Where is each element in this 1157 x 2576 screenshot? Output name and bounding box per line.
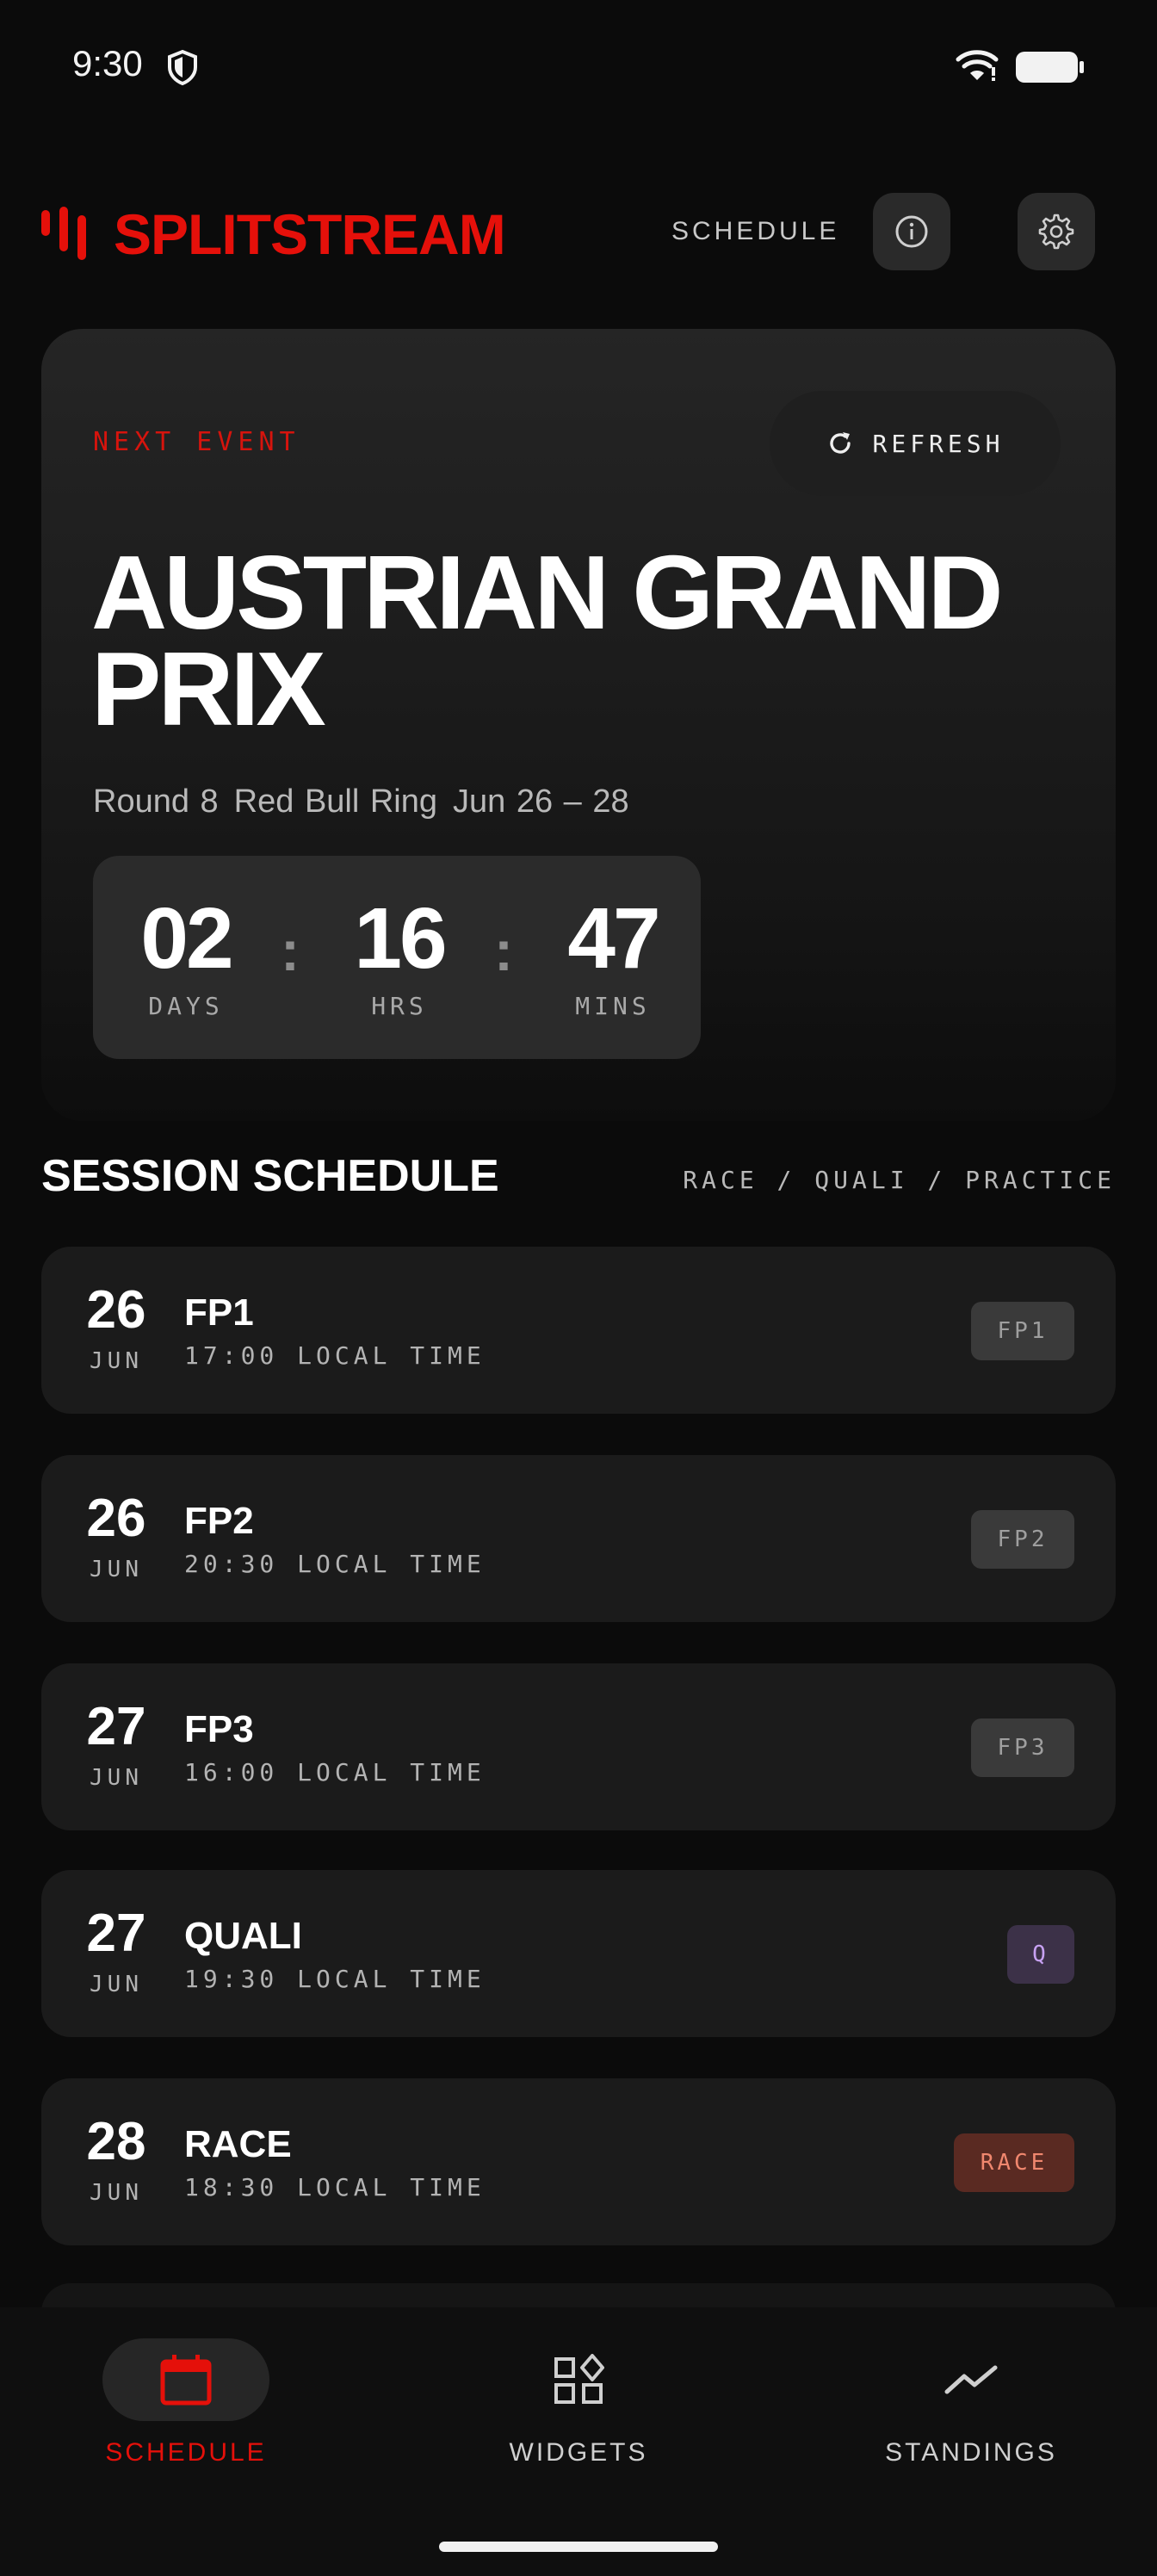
logo-icon: [41, 207, 86, 260]
session-day: 26: [86, 1489, 146, 1548]
session-time: 16:00 LOCAL TIME: [184, 1758, 486, 1786]
widgets-icon: [554, 2354, 604, 2404]
nav-widgets[interactable]: WIDGETS: [449, 2338, 708, 2468]
countdown-mins-value: 47: [567, 890, 660, 987]
event-meta: Round 8 Red Bull Ring Jun 26 – 28: [93, 783, 629, 820]
session-filter[interactable]: RACE / QUALI / PRACTICE: [683, 1166, 1116, 1194]
nav-schedule[interactable]: SCHEDULE: [57, 2338, 315, 2468]
shield-icon: [168, 49, 197, 86]
nav-pill: [102, 2338, 269, 2421]
countdown-days-value: 02: [140, 890, 233, 987]
session-badge: FP3: [971, 1718, 1074, 1777]
session-name: RACE: [184, 2123, 292, 2165]
gear-icon: [1038, 214, 1074, 250]
session-time: 19:30 LOCAL TIME: [184, 1965, 486, 1993]
app-header: SPLITSTREAM SCHEDULE: [41, 191, 1116, 277]
session-month: JUN: [90, 1765, 143, 1791]
trend-icon: [944, 2365, 998, 2394]
battery-icon: [1016, 52, 1084, 83]
event-circuit: Red Bull Ring: [233, 783, 438, 820]
info-button[interactable]: [873, 193, 950, 270]
next-event-label: NEXT EVENT: [93, 427, 300, 457]
session-name: FP2: [184, 1500, 254, 1542]
countdown-separator: :: [281, 919, 300, 982]
home-indicator[interactable]: [439, 2542, 718, 2552]
session-badge: RACE: [954, 2133, 1074, 2192]
session-badge: FP2: [971, 1510, 1074, 1569]
session-time: 17:00 LOCAL TIME: [184, 1341, 486, 1370]
event-dates: Jun 26 – 28: [453, 783, 629, 820]
session-card-quali[interactable]: 27 JUN QUALI 19:30 LOCAL TIME Q: [41, 1870, 1116, 2037]
next-event-card: NEXT EVENT REFRESH AUSTRIAN GRAND PRIX R…: [41, 329, 1116, 1121]
session-card-fp3[interactable]: 27 JUN FP3 16:00 LOCAL TIME FP3: [41, 1663, 1116, 1830]
session-badge: Q: [1007, 1925, 1074, 1984]
nav-label: WIDGETS: [509, 2438, 648, 2467]
calendar-icon: [160, 2355, 212, 2406]
session-month: JUN: [90, 1348, 143, 1374]
settings-button[interactable]: [1018, 193, 1095, 270]
nav-label: STANDINGS: [885, 2438, 1057, 2467]
countdown-separator: :: [494, 919, 513, 982]
nav-label: SCHEDULE: [105, 2438, 267, 2467]
refresh-label: REFRESH: [872, 429, 1005, 458]
session-day: 26: [86, 1280, 146, 1340]
status-time: 9:30: [72, 43, 143, 84]
countdown-hours: 16 HRS: [331, 894, 468, 1020]
bottom-nav: SCHEDULE WIDGETS STANDINGS: [0, 2307, 1157, 2576]
session-day: 28: [86, 2112, 146, 2171]
session-name: QUALI: [184, 1915, 302, 1957]
countdown-hours-value: 16: [354, 890, 447, 987]
refresh-icon: [830, 432, 851, 454]
countdown-mins: 47 MINS: [544, 894, 682, 1020]
app-name: SPLITSTREAM: [114, 202, 506, 266]
event-round: Round 8: [93, 783, 219, 820]
session-card-fp1[interactable]: 26 JUN FP1 17:00 LOCAL TIME FP1: [41, 1247, 1116, 1414]
countdown-mins-label: MINS: [575, 992, 651, 1020]
session-name: FP1: [184, 1291, 254, 1334]
schedule-link[interactable]: SCHEDULE: [671, 217, 839, 246]
session-day: 27: [86, 1697, 146, 1756]
session-month: JUN: [90, 1972, 143, 1997]
session-card-race[interactable]: 28 JUN RACE 18:30 LOCAL TIME RACE: [41, 2078, 1116, 2245]
countdown-days-label: DAYS: [148, 992, 224, 1020]
countdown-hours-label: HRS: [371, 992, 428, 1020]
session-card-fp2[interactable]: 26 JUN FP2 20:30 LOCAL TIME FP2: [41, 1455, 1116, 1622]
session-badge: FP1: [971, 1302, 1074, 1360]
status-bar: 9:30: [0, 0, 1157, 129]
nav-standings[interactable]: STANDINGS: [842, 2338, 1100, 2468]
event-title: AUSTRIAN GRAND PRIX: [91, 534, 1004, 747]
session-month: JUN: [90, 2180, 143, 2206]
info-icon: [895, 215, 928, 248]
session-time: 18:30 LOCAL TIME: [184, 2173, 486, 2201]
wifi-icon: [956, 50, 999, 81]
nav-pill: [888, 2338, 1055, 2421]
session-day: 27: [86, 1904, 146, 1963]
session-month: JUN: [90, 1557, 143, 1582]
nav-pill: [495, 2338, 662, 2421]
session-name: FP3: [184, 1708, 254, 1750]
refresh-button[interactable]: REFRESH: [770, 391, 1061, 496]
session-time: 20:30 LOCAL TIME: [184, 1550, 486, 1578]
countdown-days: 02 DAYS: [117, 894, 255, 1020]
countdown: 02 DAYS : 16 HRS : 47 MINS: [93, 856, 701, 1059]
section-title: SESSION SCHEDULE: [41, 1151, 499, 1201]
